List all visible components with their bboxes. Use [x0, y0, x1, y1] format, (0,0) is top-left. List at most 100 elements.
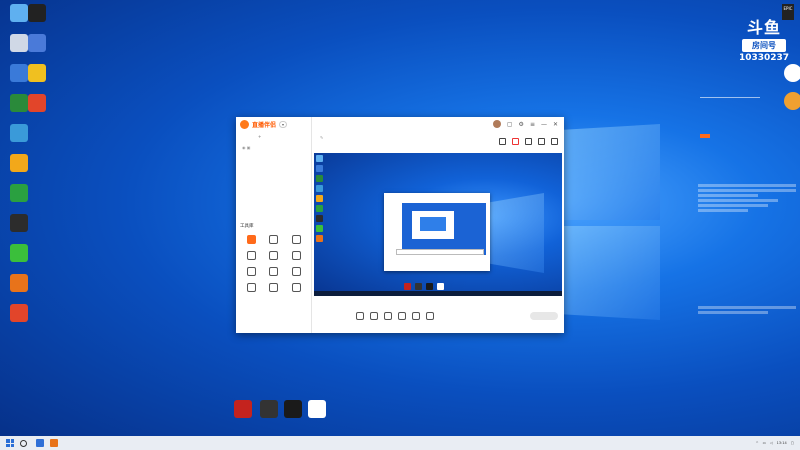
lock-icon[interactable]: ▣	[247, 145, 251, 150]
desktop-icon[interactable]	[20, 94, 54, 114]
brand-room-label: 房间号	[742, 39, 786, 52]
taskbar-app-icon[interactable]	[50, 439, 58, 447]
bottom-action[interactable]	[356, 311, 364, 321]
tool-item[interactable]	[240, 235, 263, 245]
tool-icon	[292, 235, 302, 244]
tool-item[interactable]	[285, 235, 308, 245]
preview-desktop-icons	[316, 155, 324, 245]
desktop-icon-right-2[interactable]	[776, 92, 800, 112]
gift-icon[interactable]: ▢	[507, 121, 513, 128]
app-icon	[10, 244, 28, 262]
desktop-icon[interactable]	[2, 124, 36, 144]
app-icon	[28, 94, 46, 112]
fullscreen-icon[interactable]	[525, 138, 532, 145]
app-icon	[784, 64, 800, 82]
search-icon[interactable]	[20, 439, 27, 447]
stream-preview[interactable]	[314, 153, 562, 296]
tray-up-arrow-icon[interactable]: ^	[756, 441, 759, 445]
taskbar-app-icon[interactable]	[36, 439, 44, 447]
preview-nested-window	[384, 193, 490, 271]
tool-item[interactable]	[240, 251, 263, 261]
app-icon	[10, 124, 28, 142]
desktop-icon[interactable]	[2, 154, 36, 174]
app-icon	[10, 274, 28, 292]
app-icon	[308, 400, 326, 418]
overlay-text-block-3	[698, 304, 796, 316]
network-icon[interactable]: ▭	[763, 441, 766, 445]
tool-item[interactable]	[285, 251, 308, 261]
desktop-icon[interactable]	[300, 400, 334, 420]
app-icon	[10, 214, 28, 232]
mode-toggle-button[interactable]: ▾	[279, 121, 288, 128]
windows-start-icon[interactable]	[6, 439, 14, 447]
bottom-action[interactable]	[398, 311, 406, 321]
tool-icon	[269, 235, 279, 244]
avatar[interactable]	[492, 120, 501, 128]
tool-icon	[246, 283, 256, 292]
preview-tooltip	[396, 249, 484, 255]
tool-icon	[292, 267, 302, 276]
douyu-brand-overlay: 斗鱼 房间号 10330237	[736, 14, 792, 63]
bottom-action[interactable]	[412, 311, 420, 321]
tool-item[interactable]	[285, 267, 308, 277]
menu-icon[interactable]: ≡	[530, 121, 535, 128]
room-actions	[499, 138, 558, 145]
app-icon	[10, 154, 28, 172]
tool-item[interactable]	[263, 267, 286, 277]
minimize-icon[interactable]: —	[541, 121, 547, 128]
preview-taskbar	[314, 291, 562, 296]
tool-icon	[269, 283, 279, 292]
desktop-icon[interactable]	[2, 304, 36, 324]
overlay-badge-row	[700, 134, 710, 142]
action-icon	[356, 311, 364, 320]
desktop-icon[interactable]	[2, 184, 36, 204]
desktop-icon[interactable]	[20, 64, 54, 84]
desktop-icon[interactable]	[20, 34, 54, 54]
sidebar-tabs: +	[236, 132, 311, 141]
bottom-action[interactable]	[370, 311, 378, 321]
eye-icon[interactable]: ◉	[242, 145, 246, 150]
record-icon[interactable]	[512, 138, 519, 145]
desktop-icon-right-1[interactable]	[776, 64, 800, 84]
settings-icon[interactable]: ⚙	[519, 121, 524, 128]
tool-icon	[292, 283, 302, 292]
tool-item[interactable]	[240, 283, 263, 293]
brand-room-number: 10330237	[738, 53, 790, 63]
clock-time: 13:14	[776, 440, 787, 445]
tool-icon	[246, 251, 256, 260]
volume-icon[interactable]: ◁	[770, 441, 773, 445]
brand-title: 斗鱼	[746, 18, 781, 37]
desktop-icon[interactable]	[20, 4, 54, 24]
close-icon[interactable]: ✕	[553, 121, 558, 128]
tool-item[interactable]	[263, 235, 286, 245]
share-icon[interactable]	[551, 138, 558, 145]
desktop-icon[interactable]	[2, 214, 36, 234]
bottom-action[interactable]	[426, 311, 434, 321]
start-live-button[interactable]	[530, 312, 558, 320]
overlay-text-block-2	[698, 182, 796, 214]
tool-item[interactable]	[263, 251, 286, 261]
bottom-action[interactable]	[384, 311, 392, 321]
notification-icon[interactable]: ▢	[791, 441, 794, 445]
edit-icon[interactable]: ✎	[320, 135, 323, 140]
tool-item[interactable]	[263, 283, 286, 293]
overlay-text-block-1	[700, 94, 760, 98]
action-icon	[398, 311, 406, 320]
tool-icon	[246, 235, 256, 244]
app-icon	[28, 34, 46, 52]
desktop-icon[interactable]	[2, 274, 36, 294]
desktop-icon[interactable]	[2, 244, 36, 264]
bottom-toolbar	[312, 299, 564, 333]
action-icon	[384, 311, 392, 320]
add-tab-icon[interactable]: +	[258, 134, 261, 139]
action-icon	[426, 311, 434, 320]
tool-icon	[292, 251, 302, 260]
clock[interactable]: 13:14	[777, 441, 787, 446]
tool-item[interactable]	[240, 267, 263, 277]
action-icon	[370, 311, 378, 320]
tool-item[interactable]	[285, 283, 308, 293]
hd-icon[interactable]	[538, 138, 545, 145]
tools-title: 工具库	[240, 224, 254, 229]
screenshot-icon[interactable]	[499, 138, 506, 145]
app-icon	[784, 92, 800, 110]
